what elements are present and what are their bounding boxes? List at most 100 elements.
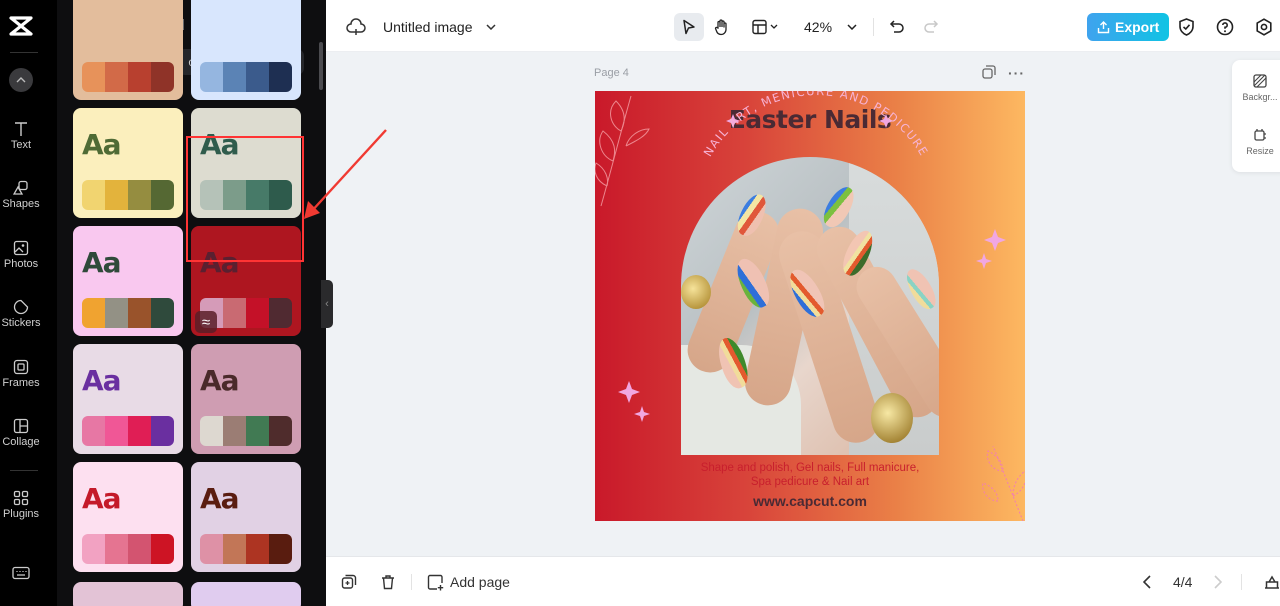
- more-options-icon[interactable]: ···: [1008, 65, 1025, 81]
- zoom-dropdown-chevron-icon[interactable]: [847, 13, 857, 41]
- palette-sample-text: Aa: [200, 364, 240, 397]
- color-swatch: [246, 416, 269, 446]
- shuffle-colors-icon[interactable]: ≈: [195, 311, 217, 333]
- color-swatch: [82, 534, 105, 564]
- zoom-level[interactable]: 42%: [804, 13, 832, 41]
- palette-card[interactable]: Aa: [73, 344, 183, 454]
- rail-item-shapes[interactable]: Shapes: [0, 180, 42, 210]
- palette-card-partial[interactable]: [73, 0, 183, 100]
- palette-swatches: [82, 534, 174, 564]
- palette-card[interactable]: Aa: [73, 226, 183, 336]
- rail-item-frames[interactable]: Frames: [0, 359, 42, 389]
- palette-card[interactable]: Aa: [73, 462, 183, 572]
- palette-sample-text: Aa: [82, 246, 122, 279]
- shield-check-icon: [1179, 18, 1194, 36]
- hand-icon: [714, 18, 727, 35]
- palette-card[interactable]: Aa: [191, 344, 301, 454]
- collapse-panel-handle[interactable]: ‹: [321, 280, 333, 328]
- color-swatch: [128, 180, 151, 210]
- rail-item-plugins[interactable]: Plugins: [0, 490, 42, 520]
- color-swatch: [105, 534, 128, 564]
- palette-sample-text: Aa: [82, 364, 122, 397]
- rail-divider: [10, 52, 38, 53]
- color-swatch: [128, 534, 151, 564]
- page-label: Page 4: [594, 67, 629, 79]
- palette-card-partial[interactable]: [73, 582, 183, 606]
- text-icon: [15, 122, 27, 136]
- toolbar-divider: [411, 574, 412, 590]
- palette-sample-text: Aa: [200, 482, 240, 515]
- cloud-save-icon[interactable]: [346, 13, 366, 41]
- chevron-left-icon: [1143, 575, 1151, 589]
- sparkle-decoration: [618, 229, 1006, 422]
- color-swatch: [269, 416, 292, 446]
- duplicate-page-button[interactable]: [341, 571, 357, 593]
- resize-icon: [1254, 129, 1266, 141]
- shield-check-button[interactable]: [1178, 13, 1195, 41]
- color-swatch: [82, 298, 105, 328]
- side-tools: Backgr... Resize: [1232, 60, 1280, 172]
- palette-card-partial[interactable]: [191, 582, 301, 606]
- stickers-icon: [13, 299, 29, 315]
- panel-scrollbar[interactable]: [319, 42, 323, 90]
- website-text[interactable]: www.capcut.com: [595, 493, 1025, 509]
- help-icon: [1216, 18, 1234, 36]
- top-toolbar: Untitled image 42% Export: [326, 0, 1280, 52]
- select-tool-button[interactable]: [674, 13, 704, 41]
- palette-swatches: [82, 298, 174, 328]
- hand-tool-button[interactable]: [714, 13, 730, 41]
- rail-item-photos[interactable]: Photos: [0, 240, 42, 270]
- color-swatch: [82, 416, 105, 446]
- title-dropdown-chevron-icon[interactable]: [486, 13, 496, 41]
- color-swatch: [200, 416, 223, 446]
- palette-swatches: [82, 180, 174, 210]
- capcut-logo[interactable]: [8, 13, 34, 39]
- layout-dropdown[interactable]: [752, 13, 780, 41]
- services-text[interactable]: Shape and polish, Gel nails, Full manicu…: [595, 461, 1025, 489]
- trash-icon: [382, 575, 394, 590]
- color-swatch: [223, 416, 246, 446]
- color-palette-panel: ‹ Recommend All classic cool formal AaAa…: [57, 0, 326, 606]
- undo-button[interactable]: [889, 13, 905, 41]
- color-swatch: [128, 298, 151, 328]
- gear-icon: [1256, 18, 1272, 36]
- layout-icon: [752, 19, 778, 35]
- rail-divider: [10, 470, 38, 471]
- pages-panel-icon: [1265, 575, 1279, 589]
- frames-icon: [13, 359, 29, 375]
- redo-button[interactable]: [923, 13, 939, 41]
- rail-scroll-up-button[interactable]: [9, 68, 33, 92]
- design-canvas[interactable]: Easter Nails NAIL ART, MENICURE AND PEDI…: [595, 91, 1025, 521]
- color-swatch: [105, 298, 128, 328]
- resize-tool[interactable]: Resize: [1232, 128, 1280, 156]
- background-icon: [1253, 74, 1267, 88]
- background-tool[interactable]: Backgr...: [1232, 74, 1280, 102]
- palette-card-partial[interactable]: [191, 0, 301, 100]
- pages-panel-button[interactable]: [1264, 571, 1280, 593]
- color-swatch: [269, 534, 292, 564]
- photos-icon: [13, 240, 29, 256]
- pointer-icon: [683, 19, 695, 35]
- rail-item-collage[interactable]: Collage: [0, 418, 42, 448]
- toolbar-divider: [873, 18, 874, 36]
- palette-card[interactable]: Aa: [191, 462, 301, 572]
- settings-button[interactable]: [1255, 13, 1273, 41]
- color-swatch: [269, 298, 292, 328]
- next-page-button[interactable]: [1214, 571, 1222, 593]
- export-button[interactable]: Export: [1087, 13, 1170, 41]
- duplicate-page-icon[interactable]: [982, 65, 996, 79]
- palette-card[interactable]: Aa: [73, 108, 183, 218]
- previous-page-button[interactable]: [1143, 571, 1151, 593]
- add-page-button[interactable]: Add page: [427, 571, 510, 593]
- rail-item-keyboard-shortcuts[interactable]: [0, 566, 42, 582]
- delete-page-button[interactable]: [380, 571, 396, 593]
- rail-item-text[interactable]: Text: [0, 121, 42, 151]
- document-title[interactable]: Untitled image: [383, 13, 473, 41]
- palette-swatches: [200, 534, 292, 564]
- color-swatch: [223, 298, 246, 328]
- annotation-arrow: [304, 129, 387, 219]
- help-button[interactable]: [1216, 13, 1234, 41]
- rail-item-stickers[interactable]: Stickers: [0, 299, 42, 329]
- palette-swatches: [82, 416, 174, 446]
- page-counter: 4/4: [1173, 574, 1193, 590]
